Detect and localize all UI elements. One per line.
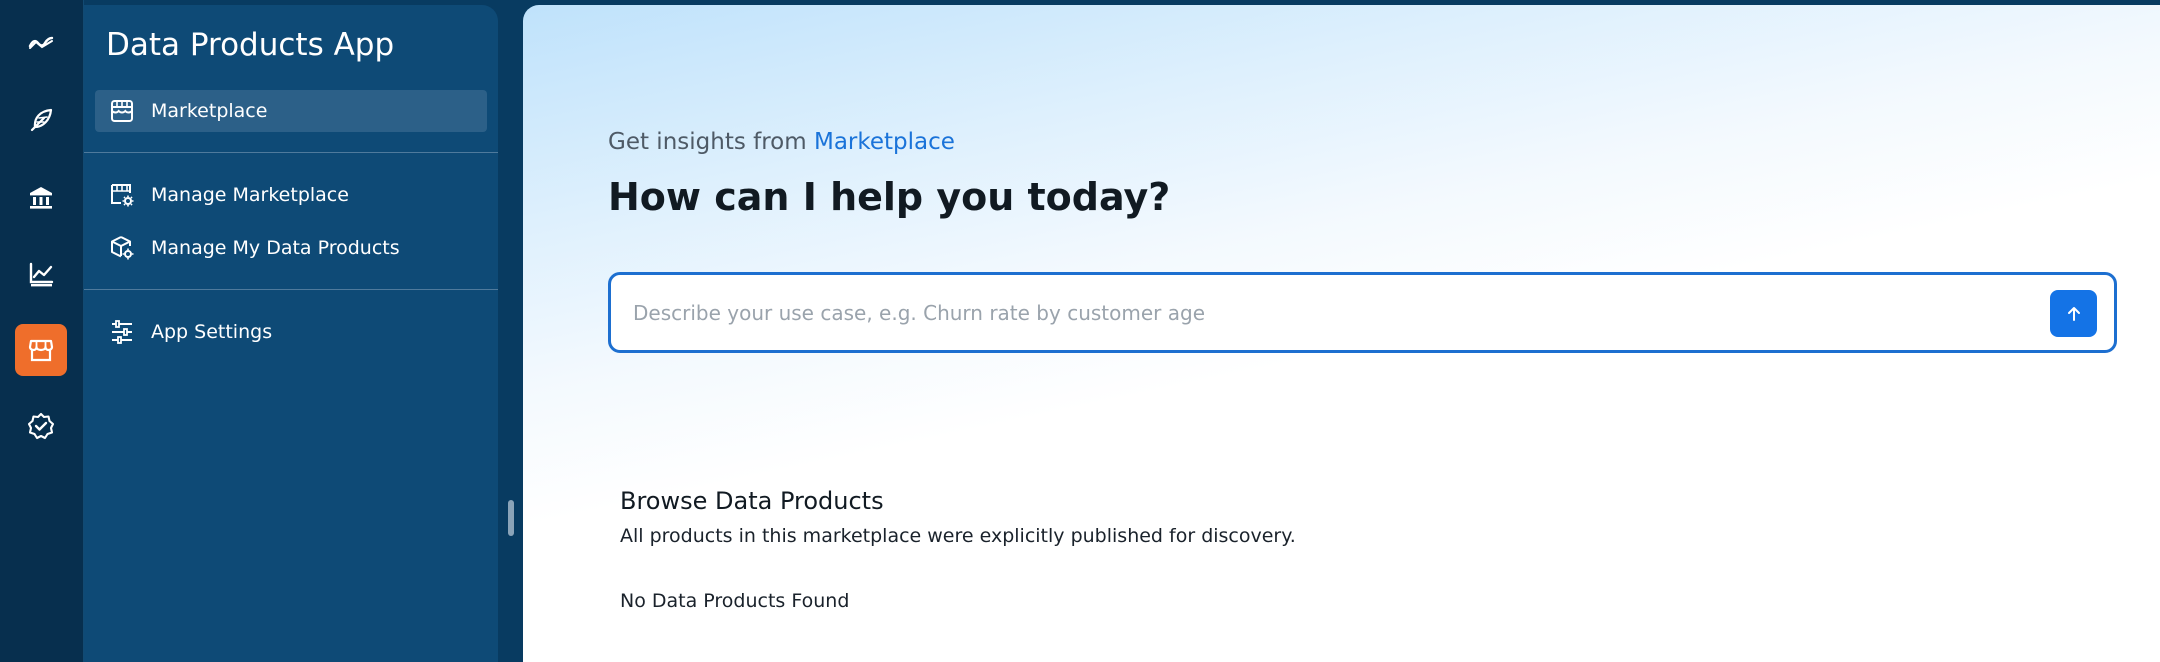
sidebar-resize-handle[interactable] [508,500,514,536]
marketplace-link[interactable]: Marketplace [814,129,955,155]
rail-home-button[interactable] [15,17,67,69]
sidebar-item-marketplace[interactable]: Marketplace [95,90,487,132]
prompt-input[interactable] [633,275,2013,350]
app-title: Data Products App [106,27,395,63]
sidebar-item-label: Marketplace [151,100,268,122]
rail-chart-button[interactable] [15,248,67,300]
insights-line: Get insights from Marketplace [608,129,955,155]
app-sidebar: Data Products App Marketplace Manage Mar… [84,5,498,662]
page-title: How can I help you today? [608,175,1171,219]
empty-state-message: No Data Products Found [620,590,850,612]
rail-governance-button[interactable] [15,400,67,452]
arrow-up-icon [2067,306,2080,321]
sidebar-item-label: Manage Marketplace [151,184,349,206]
sliders-icon [112,320,132,344]
rail-feather-button[interactable] [15,94,67,146]
sidebar-item-label: Manage My Data Products [151,237,400,259]
rail-marketplace-button[interactable] [15,324,67,376]
sidebar-divider [84,152,498,153]
browse-subtitle: All products in this marketplace were ex… [620,525,1296,547]
rail-bank-button[interactable] [15,171,67,223]
sidebar-item-app-settings[interactable]: App Settings [95,311,487,353]
chart-icon [29,262,54,287]
send-button[interactable] [2050,290,2097,337]
sidebar-divider [84,289,498,290]
analytics-logo-icon [28,36,54,49]
verified-badge-icon [27,412,55,440]
browse-title: Browse Data Products [620,487,884,515]
store-icon [111,100,133,122]
prompt-box [608,272,2117,353]
insights-prefix: Get insights from [608,129,807,155]
icon-rail [0,0,84,662]
store-settings-icon [111,184,134,207]
package-settings-icon [111,236,134,260]
sidebar-item-manage-my-data-products[interactable]: Manage My Data Products [95,227,487,269]
sidebar-item-manage-marketplace[interactable]: Manage Marketplace [95,174,487,216]
bank-icon [30,187,52,209]
marketplace-icon [28,339,54,362]
sidebar-item-label: App Settings [151,321,273,343]
main-panel: Get insights from Marketplace How can I … [523,5,2160,662]
feather-icon [30,108,53,132]
